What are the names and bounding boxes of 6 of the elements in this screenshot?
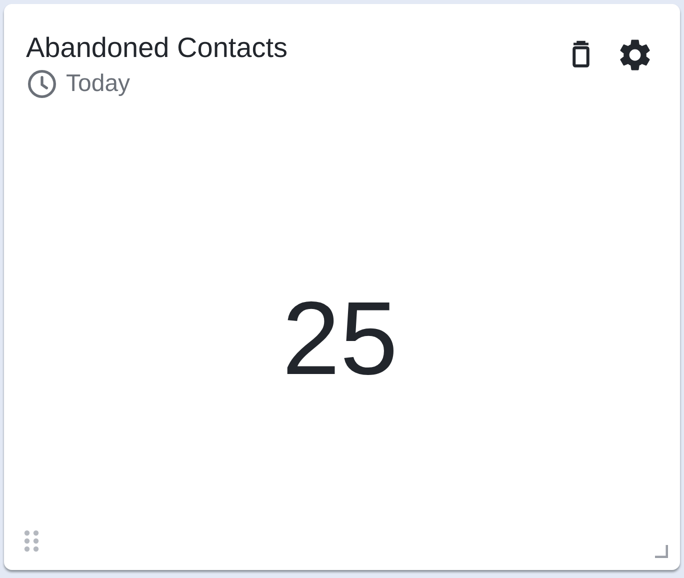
clock-icon [26, 68, 58, 100]
widget-title: Abandoned Contacts [26, 31, 288, 65]
metric-value: 25 [282, 287, 398, 391]
drag-handle-icon[interactable] [24, 530, 40, 552]
period-label: Today [66, 70, 130, 98]
resize-handle-icon[interactable] [654, 544, 668, 558]
